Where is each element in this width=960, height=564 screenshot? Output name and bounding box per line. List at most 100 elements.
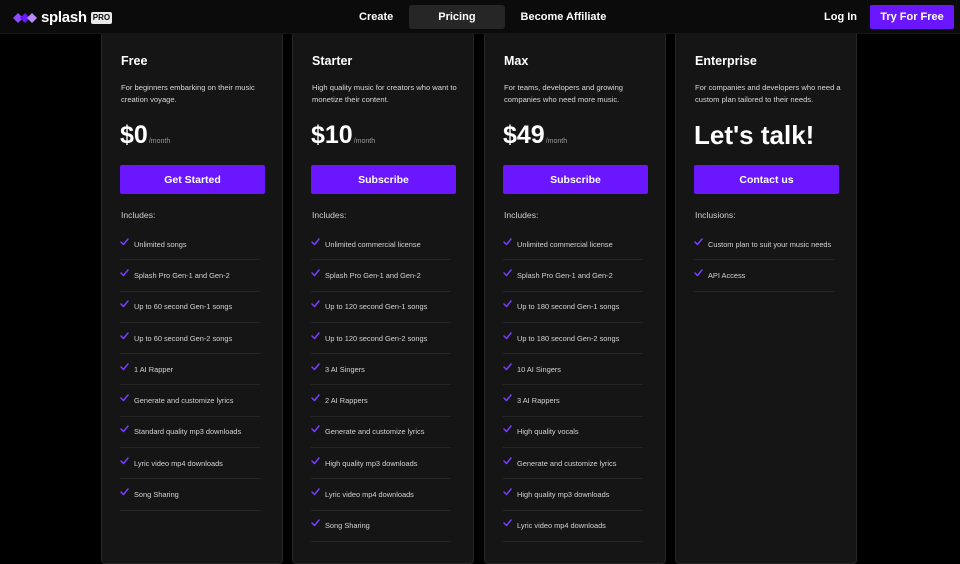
- check-icon: [311, 394, 320, 402]
- subscribe-button[interactable]: Subscribe: [503, 165, 648, 194]
- feature-item: 3 AI Rappers: [503, 385, 643, 417]
- feature-item: Song Sharing: [120, 479, 260, 511]
- nav-pricing[interactable]: Pricing: [409, 5, 505, 29]
- feature-label: 1 AI Rapper: [134, 364, 174, 374]
- feature-label: Standard quality mp3 downloads: [134, 427, 242, 437]
- feature-label: Up to 180 second Gen-2 songs: [517, 333, 620, 343]
- contact-us-button[interactable]: Contact us: [694, 165, 839, 194]
- check-icon: [120, 237, 129, 245]
- feature-label: High quality vocals: [517, 427, 579, 437]
- feature-label: Lyric video mp4 downloads: [134, 458, 223, 468]
- feature-item: Up to 120 second Gen-1 songs: [311, 292, 451, 323]
- price-period: /month: [353, 138, 376, 145]
- feature-item: 3 AI Singers: [311, 354, 451, 386]
- feature-label: Up to 120 second Gen-1 songs: [325, 302, 428, 312]
- plan-name: Max: [504, 54, 529, 68]
- plan-price: $10: [311, 121, 353, 149]
- brand-name: splash: [41, 9, 87, 26]
- feature-item: 1 AI Rapper: [120, 354, 260, 386]
- feature-item: API Access: [694, 260, 834, 292]
- feature-label: Lyric video mp4 downloads: [517, 521, 606, 531]
- feature-label: Generate and customize lyrics: [325, 427, 425, 437]
- check-icon: [503, 331, 512, 339]
- feature-label: High quality mp3 downloads: [325, 458, 418, 468]
- price-period: /month: [148, 138, 171, 145]
- plan-price: Let's talk!: [694, 120, 815, 150]
- feature-label: Generate and customize lyrics: [517, 458, 617, 468]
- feature-item: Up to 60 second Gen-1 songs: [120, 292, 260, 323]
- pricing-cards: Free For beginners embarking on their mu…: [0, 34, 960, 564]
- feature-item: High quality mp3 downloads: [311, 448, 451, 480]
- check-icon: [503, 488, 512, 496]
- feature-label: Generate and customize lyrics: [134, 396, 234, 406]
- feature-label: Up to 60 second Gen-2 songs: [134, 333, 233, 343]
- feature-item: Lyric video mp4 downloads: [311, 479, 451, 511]
- feature-item: Up to 120 second Gen-2 songs: [311, 323, 451, 355]
- check-icon: [311, 331, 320, 339]
- check-icon: [311, 488, 320, 496]
- get-started-button[interactable]: Get Started: [120, 165, 265, 194]
- feature-item: Up to 180 second Gen-2 songs: [503, 323, 643, 355]
- feature-label: 10 AI Singers: [517, 364, 561, 374]
- feature-item: Splash Pro Gen-1 and Gen-2: [120, 260, 260, 292]
- check-icon: [503, 237, 512, 245]
- check-icon: [694, 237, 703, 245]
- top-navbar: splash PRO Create Pricing Become Affilia…: [0, 0, 960, 34]
- check-icon: [120, 331, 129, 339]
- feature-item: Splash Pro Gen-1 and Gen-2: [311, 260, 451, 292]
- plan-name: Free: [121, 54, 148, 68]
- nav-become-affiliate[interactable]: Become Affiliate: [506, 5, 622, 29]
- plan-card-starter: Starter High quality music for creators …: [292, 34, 474, 564]
- feature-list: Unlimited commercial license Splash Pro G…: [311, 229, 451, 542]
- plan-card-free: Free For beginners embarking on their mu…: [101, 34, 283, 564]
- feature-label: Splash Pro Gen-1 and Gen-2: [517, 270, 613, 280]
- login-link[interactable]: Log In: [824, 11, 857, 23]
- check-icon: [503, 394, 512, 402]
- feature-item: High quality mp3 downloads: [503, 479, 643, 511]
- feature-list: Custom plan to suit your music needs API …: [694, 229, 834, 292]
- feature-item: Song Sharing: [311, 511, 451, 542]
- feature-item: Standard quality mp3 downloads: [120, 417, 260, 449]
- subscribe-button[interactable]: Subscribe: [311, 165, 456, 194]
- feature-item: Lyric video mp4 downloads: [120, 448, 260, 480]
- feature-label: Up to 120 second Gen-2 songs: [325, 333, 428, 343]
- feature-item: Custom plan to suit your music needs: [694, 229, 834, 261]
- feature-label: Splash Pro Gen-1 and Gen-2: [325, 270, 421, 280]
- plan-name: Starter: [312, 54, 353, 68]
- check-icon: [311, 456, 320, 464]
- check-icon: [311, 363, 320, 371]
- feature-label: 3 AI Rappers: [517, 396, 560, 406]
- plan-description: For beginners embarking on their music c…: [121, 83, 255, 104]
- check-icon: [503, 519, 512, 527]
- check-icon: [120, 363, 129, 371]
- includes-label: Includes:: [121, 210, 156, 220]
- feature-label: Song Sharing: [134, 490, 179, 500]
- feature-item: Splash Pro Gen-1 and Gen-2: [503, 260, 643, 292]
- feature-label: 2 AI Rappers: [325, 396, 368, 406]
- feature-item: High quality vocals: [503, 417, 643, 449]
- check-icon: [503, 425, 512, 433]
- check-icon: [503, 363, 512, 371]
- try-for-free-button[interactable]: Try For Free: [870, 5, 954, 29]
- plan-name: Enterprise: [695, 54, 757, 68]
- check-icon: [120, 269, 129, 277]
- feature-label: Up to 60 second Gen-1 songs: [134, 302, 233, 312]
- inclusions-label: Inclusions:: [695, 210, 736, 220]
- feature-item: Generate and customize lyrics: [503, 448, 643, 480]
- plan-card-max: Max For teams, developers and growing co…: [484, 34, 666, 564]
- feature-item: 10 AI Singers: [503, 354, 643, 386]
- plan-description: High quality music for creators who want…: [312, 83, 457, 104]
- feature-label: Lyric video mp4 downloads: [325, 490, 414, 500]
- feature-label: High quality mp3 downloads: [517, 490, 610, 500]
- logo[interactable]: splash PRO: [13, 9, 113, 26]
- feature-item: 2 AI Rappers: [311, 385, 451, 417]
- nav-create[interactable]: Create: [344, 5, 408, 29]
- feature-item: Unlimited commercial license: [311, 229, 451, 261]
- feature-item: Unlimited commercial license: [503, 229, 643, 261]
- price-row: $10 /month: [311, 120, 375, 150]
- feature-label: Custom plan to suit your music needs: [708, 239, 832, 249]
- check-icon: [120, 394, 129, 402]
- check-icon: [503, 456, 512, 464]
- check-icon: [311, 269, 320, 277]
- check-icon: [694, 269, 703, 277]
